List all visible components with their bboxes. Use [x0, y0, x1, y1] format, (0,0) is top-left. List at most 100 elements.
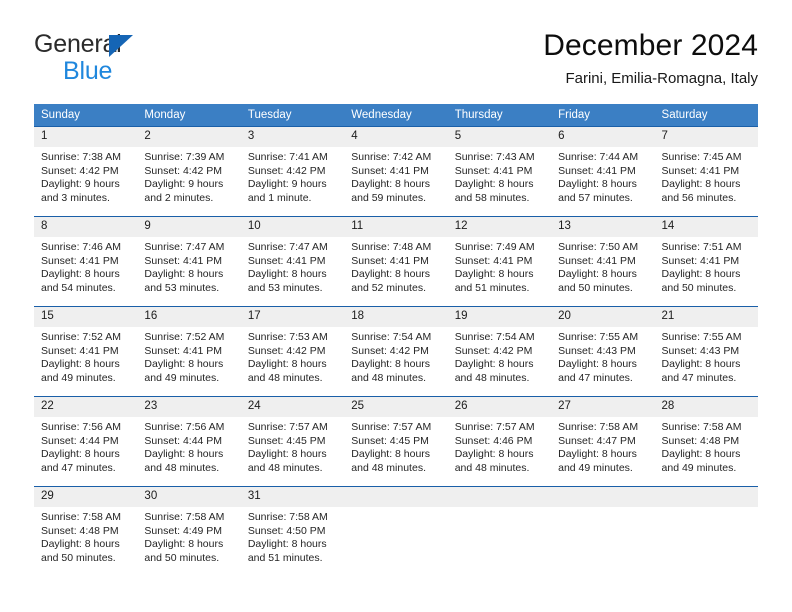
calendar-cell-empty: [447, 486, 552, 575]
daylight-text-line1: Daylight: 8 hours: [144, 358, 224, 371]
sunset-text: Sunset: 4:49 PM: [144, 524, 223, 537]
sunset-text: Sunset: 4:41 PM: [454, 164, 533, 177]
day-number: 22: [34, 397, 138, 417]
daylight-text-line1: Daylight: 8 hours: [144, 538, 224, 551]
general-blue-logo[interactable]: General Blue: [34, 30, 214, 88]
daylight-text-line1: Daylight: 8 hours: [351, 358, 431, 371]
sunset-text: Sunset: 4:41 PM: [351, 254, 429, 267]
weekday-header-saturday: Saturday: [654, 104, 758, 127]
sunrise-text: Sunrise: 7:39 AM: [144, 151, 225, 163]
sunrise-text: Sunrise: 7:54 AM: [454, 331, 535, 343]
calendar-day-cell[interactable]: 12 Sunrise: 7:49 AM Sunset: 4:41 PM Dayligh…: [447, 216, 552, 307]
sunset-text: Sunset: 4:44 PM: [144, 434, 223, 447]
daylight-text-line1: Daylight: 8 hours: [351, 448, 431, 461]
daylight-text-line1: Daylight: 9 hours: [247, 178, 327, 191]
calendar-body: 1 Sunrise: 7:38 AM Sunset: 4:42 PM Daylight…: [34, 126, 758, 575]
sunset-text: Sunset: 4:41 PM: [247, 254, 326, 267]
calendar-day-cell[interactable]: 31 Sunrise: 7:58 AM Sunset: 4:50 PM Dayligh…: [240, 486, 345, 575]
daylight-text-line2: and 53 minutes.: [144, 281, 220, 294]
day-number: 5: [447, 127, 552, 147]
sunset-text: Sunset: 4:41 PM: [558, 164, 636, 177]
day-details: Sunrise: 7:53 AM Sunset: 4:42 PM Daylight:…: [241, 327, 344, 385]
day-details: Sunrise: 7:55 AM Sunset: 4:43 PM Daylight:…: [655, 327, 758, 385]
day-number: 27: [551, 397, 655, 417]
calendar-day-cell[interactable]: 2 Sunrise: 7:39 AM Sunset: 4:42 PM Daylight…: [137, 126, 241, 217]
daylight-text-line1: Daylight: 8 hours: [247, 268, 327, 281]
calendar-day-cell[interactable]: 15 Sunrise: 7:52 AM Sunset: 4:41 PM Dayligh…: [34, 306, 138, 397]
calendar-day-cell[interactable]: 6 Sunrise: 7:44 AM Sunset: 4:41 PM Daylight…: [551, 126, 655, 217]
daylight-text-line2: and 48 minutes.: [144, 461, 220, 474]
day-details: Sunrise: 7:58 AM Sunset: 4:48 PM Daylight:…: [34, 507, 137, 565]
sunrise-text: Sunrise: 7:58 AM: [661, 421, 742, 433]
sunrise-text: Sunrise: 7:43 AM: [454, 151, 535, 163]
calendar-day-cell[interactable]: 27 Sunrise: 7:58 AM Sunset: 4:47 PM Dayligh…: [551, 396, 655, 487]
calendar-day-cell[interactable]: 1 Sunrise: 7:38 AM Sunset: 4:42 PM Daylight…: [34, 126, 138, 217]
daylight-text-line1: Daylight: 8 hours: [454, 358, 534, 371]
day-details: Sunrise: 7:58 AM Sunset: 4:50 PM Daylight:…: [241, 507, 344, 565]
calendar-day-cell[interactable]: 4 Sunrise: 7:42 AM Sunset: 4:41 PM Daylight…: [344, 126, 448, 217]
calendar-day-cell[interactable]: 23 Sunrise: 7:56 AM Sunset: 4:44 PM Dayligh…: [137, 396, 241, 487]
day-number: 11: [344, 217, 448, 237]
page-subtitle: Farini, Emilia-Romagna, Italy: [565, 70, 758, 87]
calendar-day-cell[interactable]: 20 Sunrise: 7:55 AM Sunset: 4:43 PM Dayligh…: [551, 306, 655, 397]
sunset-text: Sunset: 4:43 PM: [558, 344, 636, 357]
sunset-text: Sunset: 4:48 PM: [41, 524, 119, 537]
calendar-day-cell[interactable]: 17 Sunrise: 7:53 AM Sunset: 4:42 PM Dayligh…: [240, 306, 345, 397]
day-number: 9: [137, 217, 241, 237]
sunset-text: Sunset: 4:47 PM: [558, 434, 636, 447]
calendar-day-cell[interactable]: 21 Sunrise: 7:55 AM Sunset: 4:43 PM Dayligh…: [654, 306, 758, 397]
page-title: December 2024: [543, 29, 758, 62]
sunset-text: Sunset: 4:41 PM: [454, 254, 533, 267]
calendar-day-cell[interactable]: 19 Sunrise: 7:54 AM Sunset: 4:42 PM Dayligh…: [447, 306, 552, 397]
daylight-text-line2: and 50 minutes.: [661, 281, 737, 294]
calendar-day-cell[interactable]: 30 Sunrise: 7:58 AM Sunset: 4:49 PM Dayligh…: [137, 486, 241, 575]
calendar-page: General Blue December 2024 Farini, Emili…: [0, 0, 792, 612]
sunrise-text: Sunrise: 7:58 AM: [41, 511, 121, 523]
day-details: Sunrise: 7:56 AM Sunset: 4:44 PM Daylight:…: [34, 417, 137, 475]
sunrise-text: Sunrise: 7:56 AM: [144, 421, 225, 433]
calendar-day-cell[interactable]: 26 Sunrise: 7:57 AM Sunset: 4:46 PM Dayligh…: [447, 396, 552, 487]
calendar-day-cell[interactable]: 3 Sunrise: 7:41 AM Sunset: 4:42 PM Daylight…: [240, 126, 345, 217]
logo-triangle-icon: [109, 35, 133, 57]
sunrise-text: Sunrise: 7:46 AM: [41, 241, 121, 253]
daylight-text-line2: and 51 minutes.: [454, 281, 530, 294]
day-details: Sunrise: 7:45 AM Sunset: 4:41 PM Daylight:…: [655, 147, 758, 205]
sunrise-text: Sunrise: 7:53 AM: [247, 331, 328, 343]
calendar-day-cell[interactable]: 7 Sunrise: 7:45 AM Sunset: 4:41 PM Daylight…: [654, 126, 758, 217]
day-number: 31: [240, 487, 345, 507]
day-details: [448, 507, 551, 511]
calendar-day-cell[interactable]: 24 Sunrise: 7:57 AM Sunset: 4:45 PM Dayligh…: [240, 396, 345, 487]
calendar-day-cell[interactable]: 29 Sunrise: 7:58 AM Sunset: 4:48 PM Dayligh…: [34, 486, 138, 575]
day-number: 25: [344, 397, 448, 417]
daylight-text-line1: Daylight: 8 hours: [351, 268, 431, 281]
sunset-text: Sunset: 4:48 PM: [661, 434, 740, 447]
calendar-day-cell[interactable]: 18 Sunrise: 7:54 AM Sunset: 4:42 PM Dayligh…: [344, 306, 448, 397]
daylight-text-line2: and 50 minutes.: [558, 281, 633, 294]
daylight-text-line2: and 47 minutes.: [558, 371, 633, 384]
day-number: 17: [240, 307, 345, 327]
sunrise-text: Sunrise: 7:47 AM: [247, 241, 328, 253]
calendar-day-cell[interactable]: 28 Sunrise: 7:58 AM Sunset: 4:48 PM Dayligh…: [654, 396, 758, 487]
calendar-day-cell[interactable]: 5 Sunrise: 7:43 AM Sunset: 4:41 PM Daylight…: [447, 126, 552, 217]
sunrise-text: Sunrise: 7:54 AM: [351, 331, 432, 343]
daylight-text-line1: Daylight: 8 hours: [558, 358, 637, 371]
day-details: [344, 507, 447, 511]
daylight-text-line1: Daylight: 8 hours: [558, 178, 637, 191]
daylight-text-line2: and 49 minutes.: [661, 461, 737, 474]
calendar-day-cell[interactable]: 11 Sunrise: 7:48 AM Sunset: 4:41 PM Dayligh…: [344, 216, 448, 307]
daylight-text-line1: Daylight: 8 hours: [351, 178, 431, 191]
calendar-day-cell[interactable]: 9 Sunrise: 7:47 AM Sunset: 4:41 PM Daylight…: [137, 216, 241, 307]
daylight-text-line2: and 59 minutes.: [351, 191, 426, 204]
daylight-text-line2: and 48 minutes.: [454, 461, 530, 474]
calendar-day-cell[interactable]: 14 Sunrise: 7:51 AM Sunset: 4:41 PM Dayligh…: [654, 216, 758, 307]
sunrise-text: Sunrise: 7:55 AM: [661, 331, 742, 343]
calendar-day-cell[interactable]: 22 Sunrise: 7:56 AM Sunset: 4:44 PM Dayligh…: [34, 396, 138, 487]
calendar-day-cell[interactable]: 16 Sunrise: 7:52 AM Sunset: 4:41 PM Dayligh…: [137, 306, 241, 397]
calendar-day-cell[interactable]: 13 Sunrise: 7:50 AM Sunset: 4:41 PM Dayligh…: [551, 216, 655, 307]
daylight-text-line2: and 56 minutes.: [661, 191, 737, 204]
calendar-day-cell[interactable]: 8 Sunrise: 7:46 AM Sunset: 4:41 PM Daylight…: [34, 216, 138, 307]
calendar-day-cell[interactable]: 10 Sunrise: 7:47 AM Sunset: 4:41 PM Dayligh…: [240, 216, 345, 307]
sunrise-text: Sunrise: 7:42 AM: [351, 151, 432, 163]
calendar-day-cell[interactable]: 25 Sunrise: 7:57 AM Sunset: 4:45 PM Dayligh…: [344, 396, 448, 487]
sunset-text: Sunset: 4:41 PM: [661, 254, 740, 267]
